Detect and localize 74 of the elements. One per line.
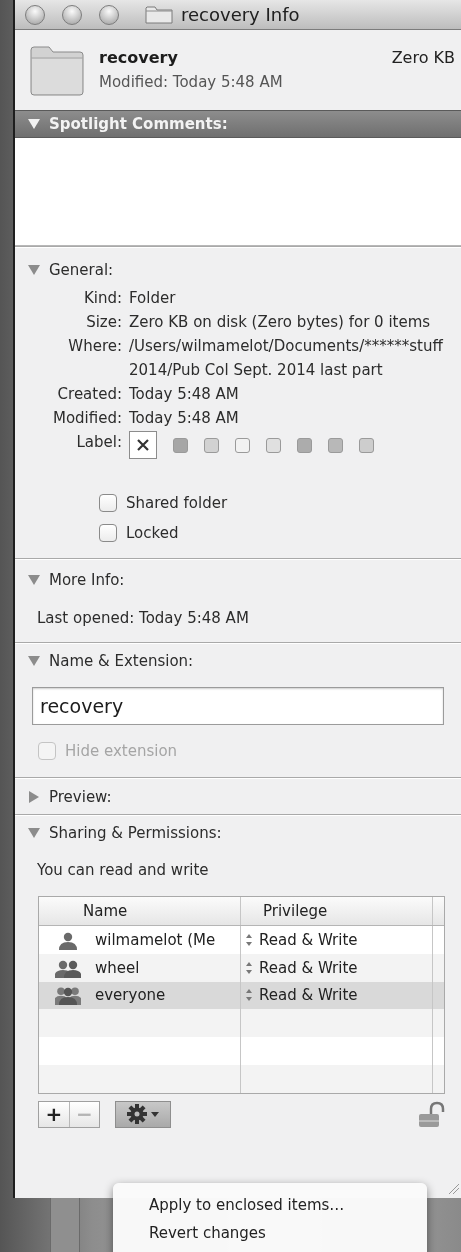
user-name: wheel — [95, 958, 140, 977]
label-swatch[interactable] — [266, 437, 281, 453]
cross-icon — [136, 438, 150, 452]
permission-summary: You can read and write — [36, 860, 210, 881]
checkbox-label: Shared folder — [126, 494, 228, 512]
action-menu-button[interactable] — [115, 1100, 171, 1128]
caret-icon — [150, 1110, 160, 1118]
section-title: More Info: — [49, 571, 125, 589]
disclosure-triangle-icon[interactable] — [27, 826, 41, 840]
field-value: Zero KB on disk (Zero bytes) for 0 items — [129, 312, 432, 333]
column-header[interactable]: Name — [39, 902, 128, 920]
label-swatch[interactable] — [297, 437, 312, 453]
user-name: wilmamelot (Me — [95, 930, 216, 949]
disclosure-triangle-icon[interactable] — [27, 573, 41, 587]
comments-field[interactable] — [15, 138, 461, 246]
field-label: Created: — [56, 384, 122, 405]
label-swatch[interactable] — [359, 437, 374, 453]
background-ruler — [50, 1198, 80, 1252]
stepper-arrows-icon — [245, 932, 253, 947]
field-label: Label: — [75, 432, 122, 453]
privilege-popup[interactable]: Read & Write — [259, 930, 358, 949]
field-label: Kind: — [82, 288, 122, 309]
disclosure-triangle-icon[interactable] — [27, 790, 41, 804]
label-swatch[interactable] — [204, 437, 219, 453]
last-opened-text: Last opened: Today 5:48 AM — [36, 608, 250, 629]
table-row[interactable]: everyone Read & Write — [39, 981, 444, 1010]
menu-item[interactable]: Revert changes — [113, 1219, 427, 1247]
label-swatch[interactable] — [328, 437, 343, 453]
checkbox[interactable] — [99, 524, 117, 542]
gear-icon — [126, 1103, 148, 1126]
add-button[interactable]: + — [39, 1101, 69, 1127]
disclosure-triangle-icon[interactable] — [27, 263, 41, 277]
unlocked-lock-icon[interactable] — [417, 1100, 445, 1128]
stepper-arrows-icon — [245, 960, 253, 975]
no-label-button[interactable] — [129, 431, 157, 459]
field-value: /Users/wilmamelot/Documents/******stuff 2014/Pub Col Sept. 2014 last part — [129, 336, 444, 381]
table-row[interactable]: wilmamelot (Me Read & Write — [39, 926, 444, 954]
field-value: Folder — [129, 288, 177, 309]
checkbox-label: Hide extension — [65, 742, 178, 760]
file-name: recovery — [99, 47, 178, 67]
privilege-popup[interactable]: Read & Write — [259, 958, 358, 977]
field-label: Where: — [67, 336, 122, 357]
stepper-arrows-icon — [245, 988, 253, 1003]
checkbox-label: Locked — [126, 524, 179, 542]
disclosure-triangle-icon[interactable] — [27, 117, 41, 131]
section-title: Spotlight Comments: — [49, 115, 228, 133]
field-label: Modified: — [51, 408, 122, 429]
user-name: everyone — [95, 986, 166, 1005]
modified-date: Modified: Today 5:48 AM — [99, 72, 284, 91]
section-title: Sharing & Permissions: — [49, 824, 222, 842]
checkbox[interactable] — [99, 494, 117, 512]
minimize-button[interactable] — [62, 4, 82, 25]
field-label: Size: — [85, 312, 122, 333]
people-icon — [55, 985, 81, 1006]
section-title: General: — [49, 261, 114, 279]
label-swatch[interactable] — [235, 437, 250, 453]
section-title: Name & Extension: — [49, 652, 194, 670]
folder-icon — [145, 4, 173, 25]
section-header[interactable]: Spotlight Comments: — [15, 110, 461, 138]
menu-item[interactable]: Apply to enclosed items… — [113, 1191, 427, 1219]
privilege-popup[interactable]: Read & Write — [259, 986, 358, 1005]
field-value: Today 5:48 AM — [129, 408, 240, 429]
name-field[interactable]: recovery — [32, 687, 444, 725]
close-button[interactable] — [25, 4, 45, 25]
column-header[interactable]: Privilege — [241, 902, 328, 920]
resize-grip-icon — [447, 1182, 461, 1196]
zoom-button[interactable] — [99, 4, 119, 25]
label-swatch[interactable] — [173, 437, 188, 453]
field-value: Today 5:48 AM — [129, 384, 240, 405]
disclosure-triangle-icon[interactable] — [27, 654, 41, 668]
window-title: recovery Info — [181, 4, 300, 25]
section-title: Preview: — [49, 788, 112, 806]
file-size: Zero KB — [391, 47, 455, 67]
table-row[interactable]: wheel Read & Write — [39, 953, 444, 982]
